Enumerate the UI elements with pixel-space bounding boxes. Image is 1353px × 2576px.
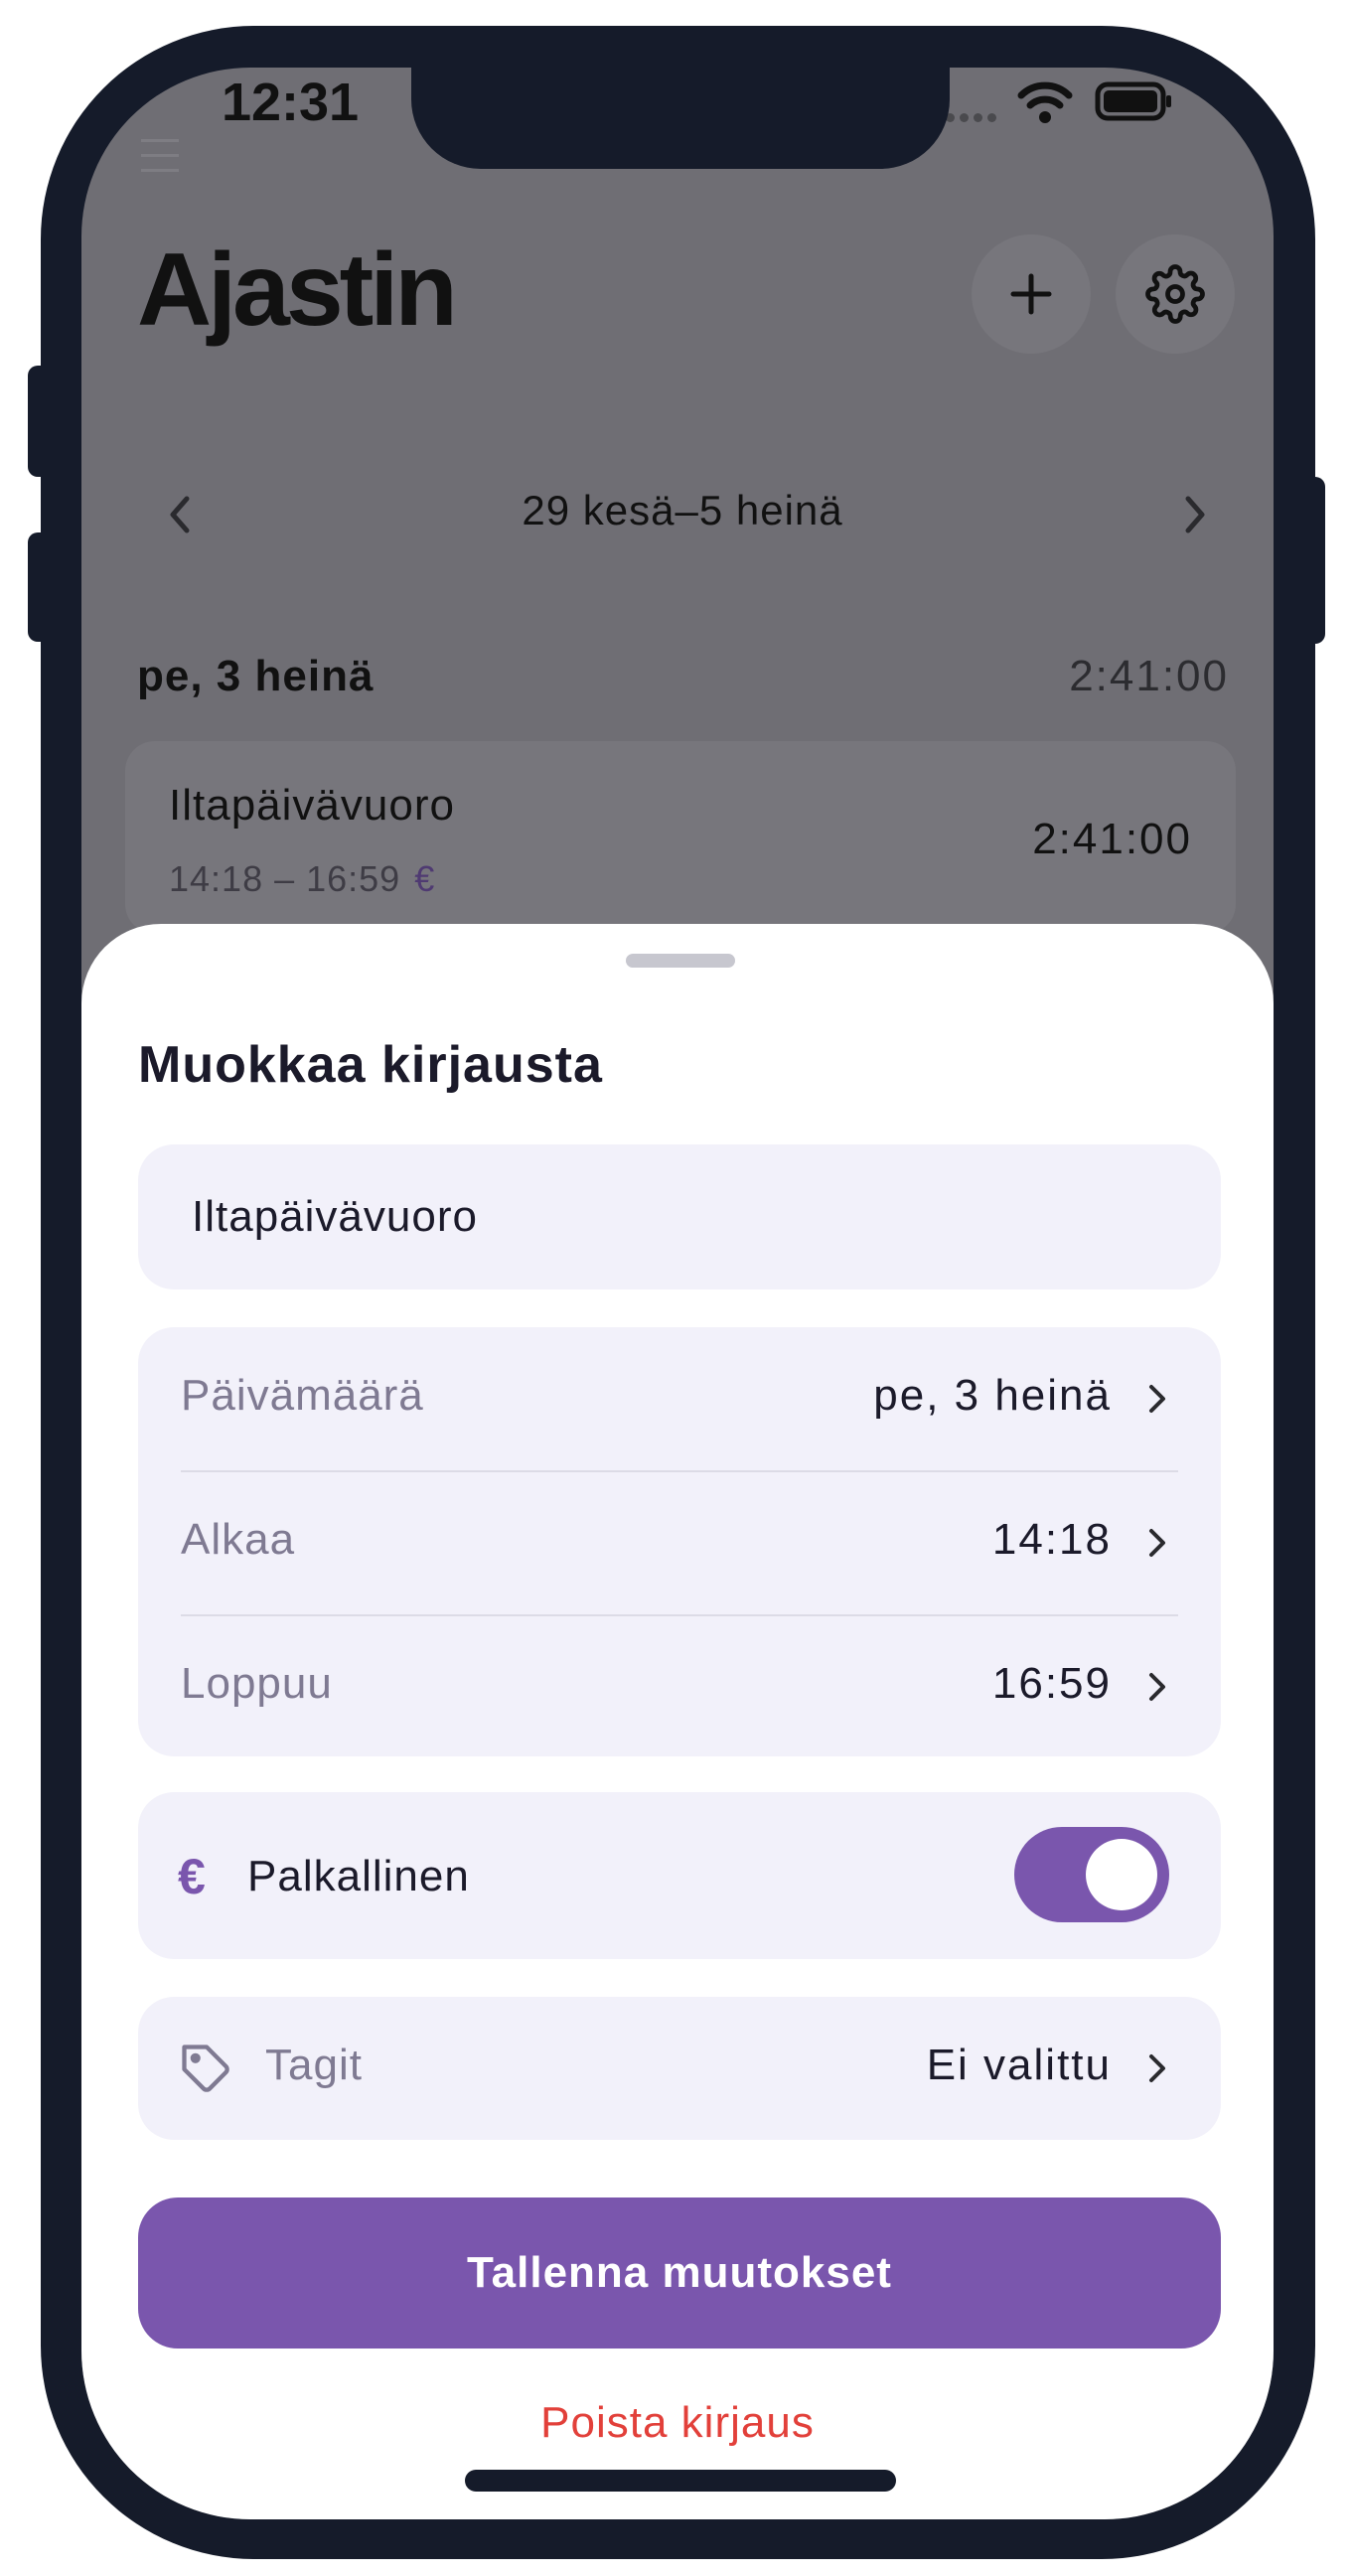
- tag-icon: [182, 2045, 229, 2092]
- chevron-right-icon[interactable]: [1164, 485, 1224, 544]
- chevron-right-icon: [1149, 1673, 1165, 1701]
- tags-label: Tagit: [265, 2041, 363, 2089]
- entry-duration: 2:41:00: [1032, 815, 1192, 863]
- camera-notch: [411, 68, 950, 169]
- edit-entry-sheet: Muokkaa kirjausta Päivämäärä pe, 3 heinä…: [81, 924, 1274, 2519]
- home-indicator[interactable]: [465, 2470, 896, 2492]
- status-time: 12:31: [221, 73, 360, 132]
- start-time-row[interactable]: Alkaa 14:18: [138, 1471, 1221, 1614]
- save-button[interactable]: Tallenna muutokset: [138, 2197, 1221, 2349]
- date-label: Päivämäärä: [181, 1371, 424, 1420]
- entry-name-field[interactable]: [138, 1144, 1221, 1289]
- paid-field: € Palkallinen: [138, 1792, 1221, 1959]
- chevron-right-icon: [1149, 1529, 1165, 1557]
- entry-name-input[interactable]: [192, 1144, 1165, 1289]
- add-button[interactable]: [972, 234, 1091, 354]
- entry-time-range-text: 14:18 – 16:59: [169, 858, 401, 899]
- settings-button[interactable]: [1116, 234, 1235, 354]
- paid-label: Palkallinen: [247, 1852, 470, 1900]
- page-title: Ajastin: [137, 232, 458, 348]
- entry-name: Iltapäivävuoro: [169, 781, 455, 830]
- chevron-right-icon: [1149, 2054, 1165, 2082]
- sheet-grabber[interactable]: [626, 954, 735, 968]
- date-row[interactable]: Päivämäärä pe, 3 heinä: [138, 1327, 1221, 1470]
- sheet-title: Muokkaa kirjausta: [138, 1036, 603, 1094]
- euro-icon: €: [178, 1849, 206, 1904]
- battery-icon: [1095, 81, 1171, 121]
- chevron-right-icon: [1149, 1385, 1165, 1413]
- start-time-label: Alkaa: [181, 1515, 296, 1564]
- day-total-duration: 2:41:00: [1069, 652, 1229, 700]
- date-time-group: Päivämäärä pe, 3 heinä Alkaa 14:18 Loppu…: [138, 1327, 1221, 1756]
- tags-row[interactable]: Tagit Ei valittu: [138, 1997, 1221, 2140]
- start-time-value: 14:18: [991, 1515, 1112, 1564]
- end-time-label: Loppuu: [181, 1659, 333, 1708]
- end-time-value: 16:59: [991, 1659, 1112, 1708]
- gear-icon: [1145, 264, 1205, 324]
- plus-icon: [1010, 273, 1052, 315]
- week-navigator: 29 kesä–5 heinä: [131, 475, 1234, 554]
- delete-entry-button[interactable]: Poista kirjaus: [81, 2398, 1274, 2448]
- screen: 12:31 Ajastin 29 kesä–5 heinä pe, 3 hein…: [81, 68, 1274, 2519]
- end-time-row[interactable]: Loppuu 16:59: [138, 1615, 1221, 1758]
- wifi-icon: [1017, 81, 1073, 123]
- day-date-heading: pe, 3 heinä: [137, 652, 375, 700]
- week-range-label: 29 kesä–5 heinä: [522, 487, 843, 533]
- entry-time-range: 14:18 – 16:59 €: [169, 858, 435, 900]
- time-entry-card[interactable]: Iltapäivävuoro 14:18 – 16:59 € 2:41:00: [125, 741, 1236, 934]
- date-value: pe, 3 heinä: [873, 1371, 1112, 1420]
- paid-toggle[interactable]: [1014, 1827, 1169, 1922]
- paid-euro-icon: €: [414, 858, 436, 899]
- phone-frame: 12:31 Ajastin 29 kesä–5 heinä pe, 3 hein…: [41, 26, 1315, 2559]
- toggle-knob: [1086, 1839, 1157, 1910]
- menu-icon: [141, 139, 179, 172]
- tags-value: Ei valittu: [926, 2041, 1112, 2089]
- signal-icon: [946, 109, 1001, 127]
